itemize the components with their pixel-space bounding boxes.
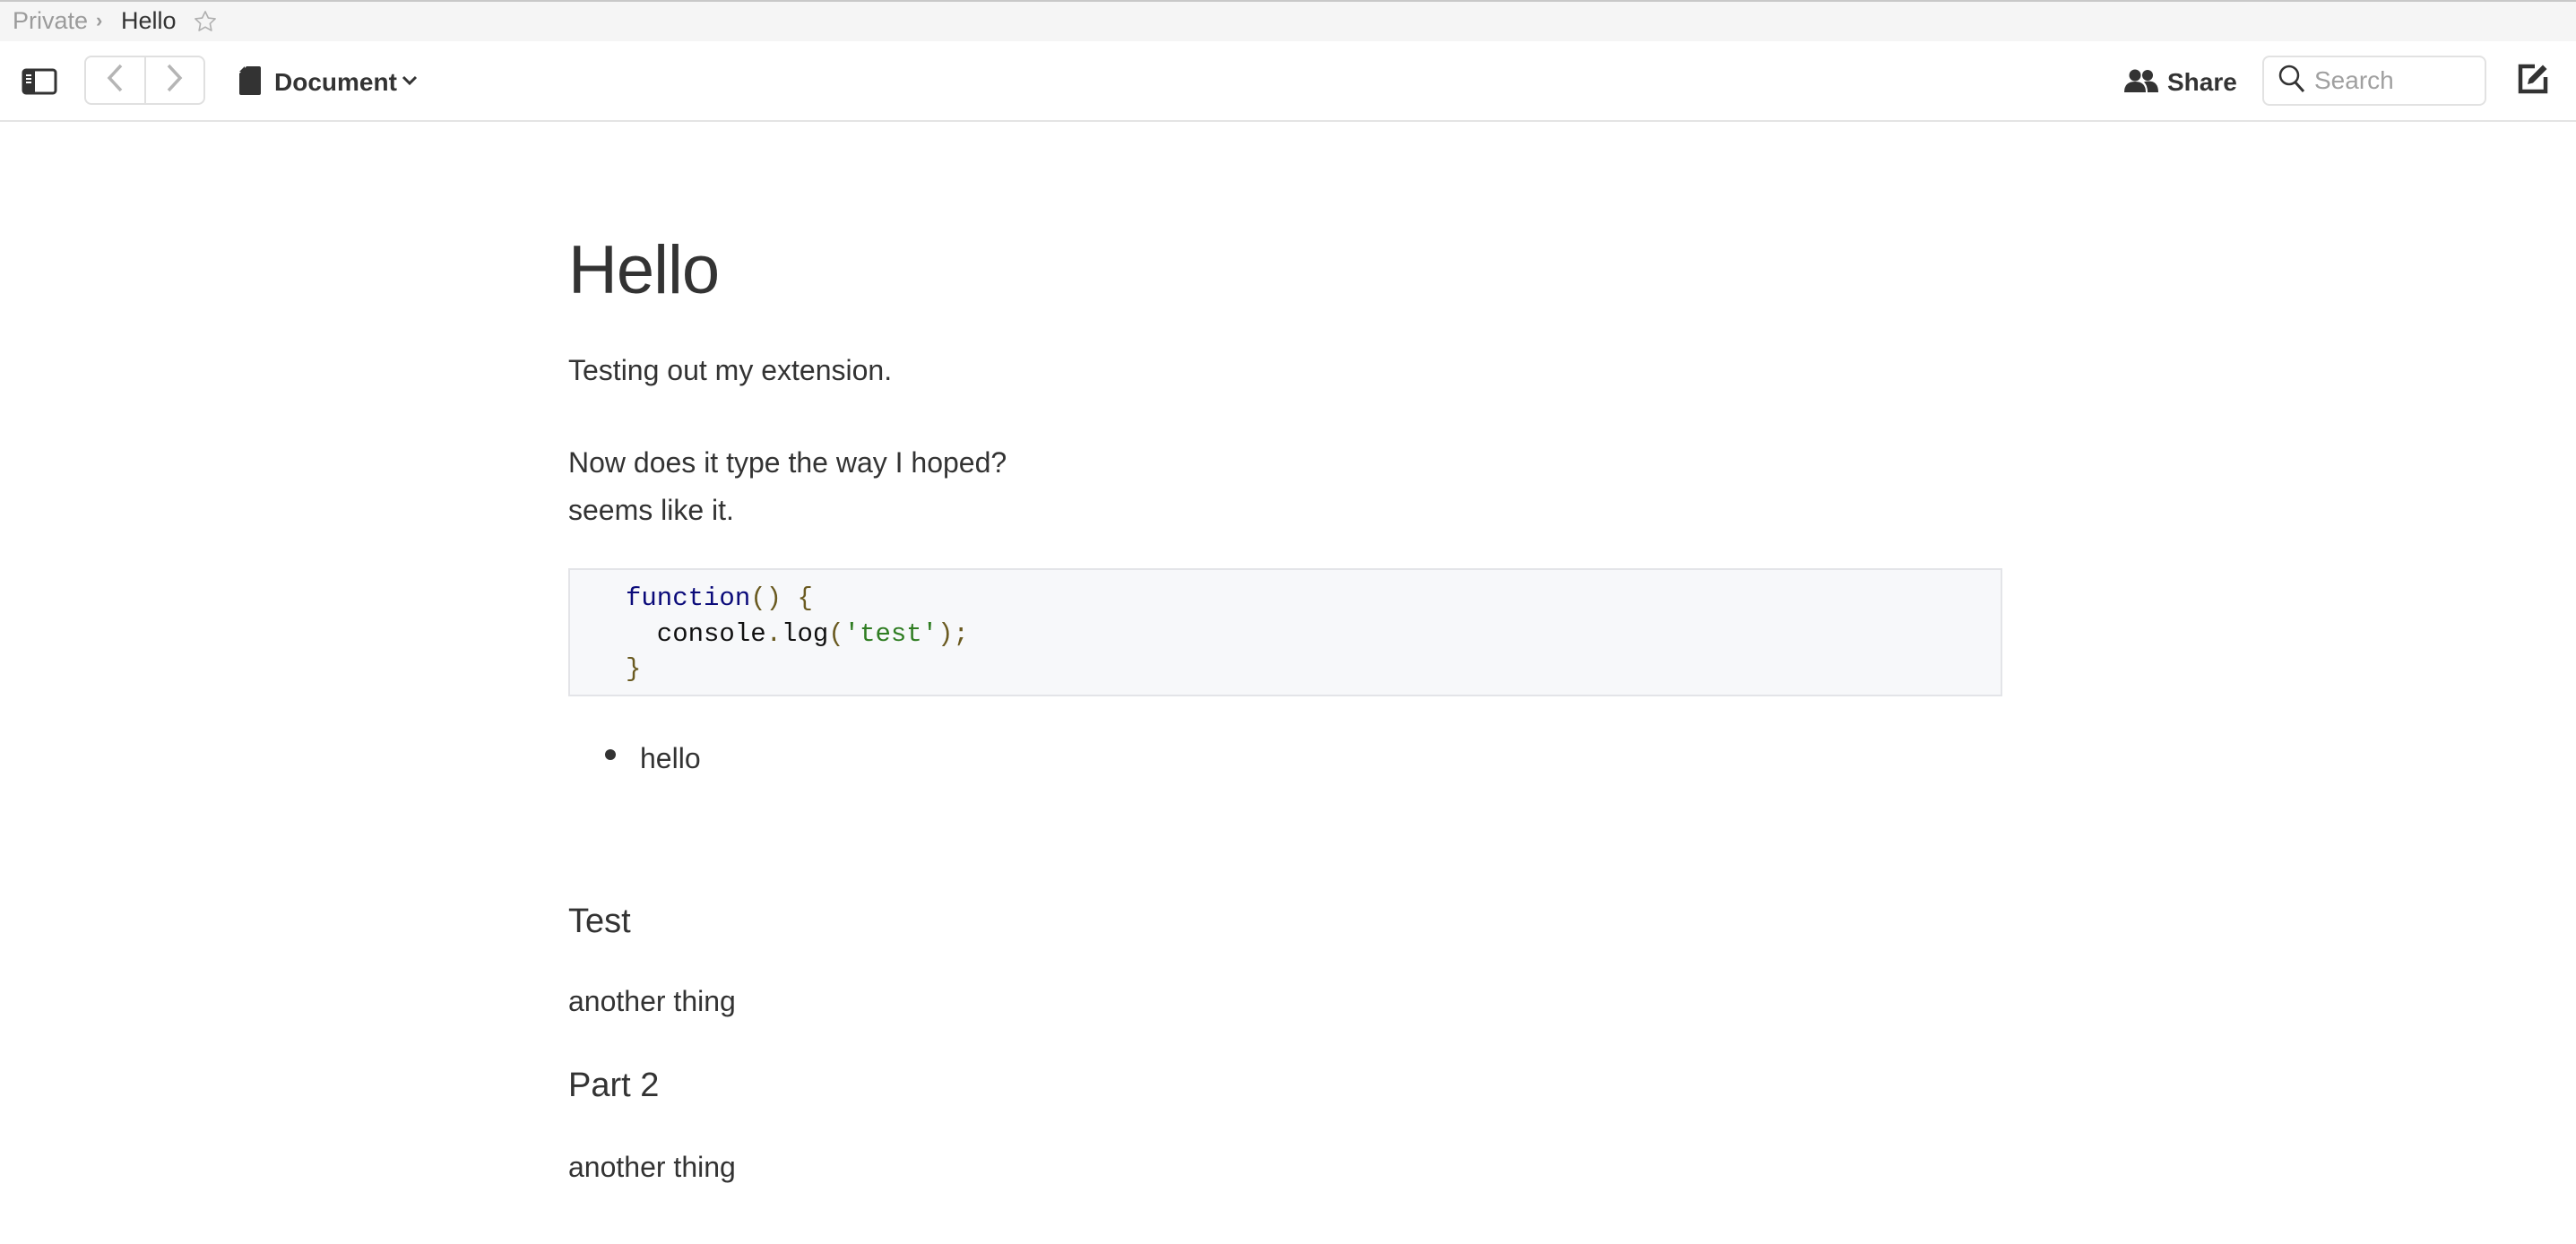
code-token-kw: function — [626, 583, 751, 613]
code-line: } — [626, 652, 641, 687]
share-button[interactable]: Share — [2124, 65, 2237, 100]
code-token-plain: console — [626, 619, 766, 649]
section-heading: Test — [568, 903, 631, 940]
chevron-right-icon — [165, 63, 185, 98]
paragraph: another thing — [568, 985, 736, 1017]
star-icon[interactable] — [193, 9, 218, 34]
breadcrumb-bar: Private › Hello — [0, 0, 2576, 41]
paragraph: Now does it type the way I hoped? — [568, 446, 1007, 479]
paragraph: another thing — [568, 1151, 736, 1183]
document-icon — [238, 65, 262, 100]
code-token-punc: } — [626, 654, 642, 684]
code-token-plain: log — [782, 619, 829, 649]
breadcrumb-separator: › — [96, 9, 103, 31]
paragraph: Testing out my extension. — [568, 354, 893, 386]
search-field[interactable] — [2262, 56, 2486, 106]
breadcrumb-item-current: Hello — [121, 7, 177, 34]
compose-icon[interactable] — [2517, 63, 2549, 95]
list-bullet — [605, 749, 616, 760]
code-block: function() { console.log('test'); } — [568, 568, 2002, 696]
toolbar: Document Share — [0, 41, 2576, 122]
code-token-punc: ( — [828, 619, 844, 649]
section-heading: Part 2 — [568, 1067, 660, 1104]
breadcrumb-item-private[interactable]: Private — [13, 0, 88, 41]
page-title: Hello — [568, 232, 720, 308]
sidebar-toggle-icon[interactable] — [22, 68, 57, 95]
forward-button[interactable] — [143, 57, 204, 103]
chevron-down-icon — [401, 74, 419, 91]
code-token-punc: { — [797, 583, 813, 613]
paragraph: seems like it. — [568, 494, 734, 526]
share-label: Share — [2167, 68, 2237, 96]
search-icon — [2278, 65, 2305, 98]
document-menu-button[interactable]: Document — [238, 65, 419, 100]
back-button[interactable] — [86, 57, 144, 103]
code-line: console.log('test'); — [626, 617, 969, 652]
chevron-left-icon — [105, 63, 125, 98]
users-icon — [2124, 68, 2158, 98]
code-token-str: 'test' — [843, 619, 938, 649]
document-menu-label: Document — [274, 68, 397, 96]
list-item: hello — [640, 742, 701, 774]
history-nav-group — [84, 56, 205, 105]
code-token-punc: ); — [938, 619, 969, 649]
code-token-punc: () — [750, 583, 782, 613]
search-input[interactable] — [2314, 66, 2476, 95]
code-token-punc: . — [765, 619, 782, 649]
code-line: function() { — [626, 581, 813, 617]
